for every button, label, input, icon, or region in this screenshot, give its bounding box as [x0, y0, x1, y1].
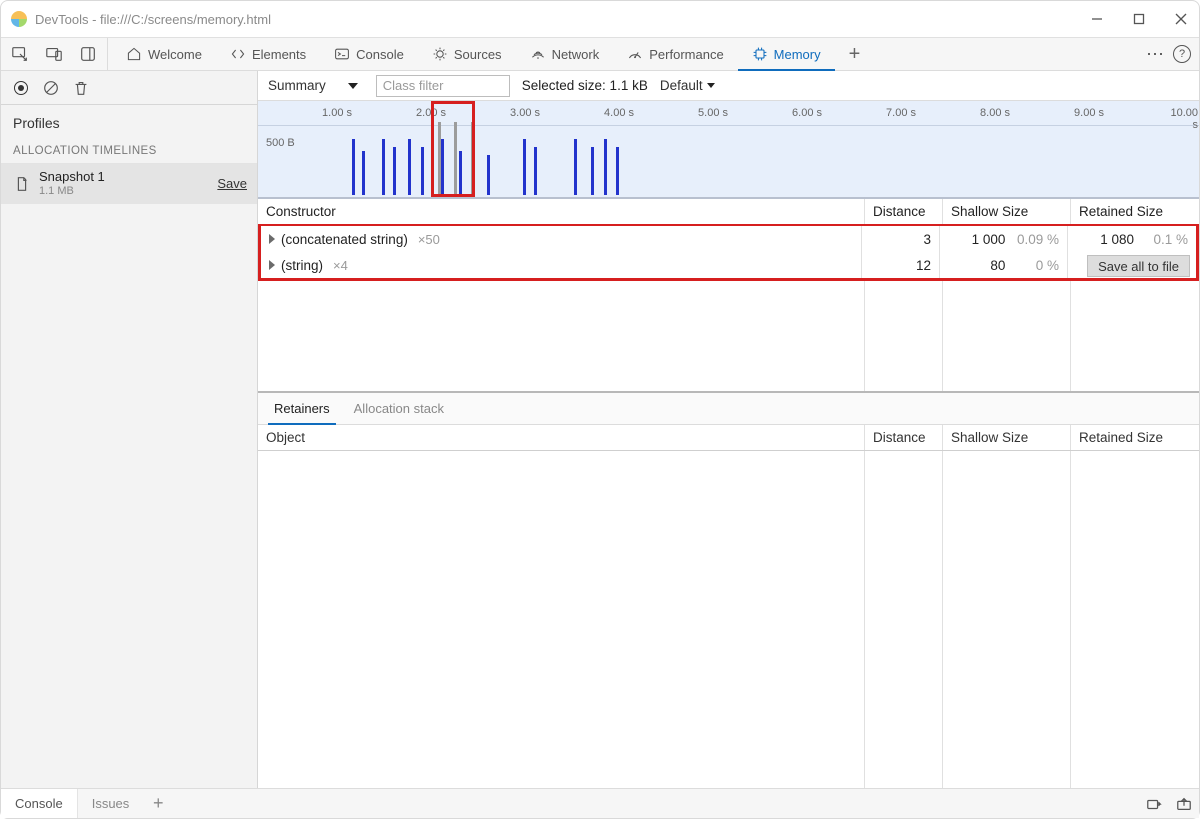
time-tick: 4.00 s — [604, 107, 634, 119]
drawer-icon-1[interactable] — [1139, 789, 1169, 818]
col-object[interactable]: Object — [258, 425, 865, 450]
save-all-button[interactable]: Save all to file — [1087, 255, 1190, 277]
snapshot-item[interactable]: Snapshot 1 1.1 MB Save — [1, 164, 257, 204]
tab-sources[interactable]: Sources — [418, 38, 516, 70]
drawer-tab-issues[interactable]: Issues — [78, 789, 144, 818]
table-row[interactable]: (string)×4 Save all to file 12 800 % 800… — [261, 252, 1196, 278]
constructors-rows: (concatenated string)×50 3 1 0000.09 % 1… — [258, 224, 1199, 281]
plus-icon: + — [849, 43, 861, 66]
default-dropdown[interactable]: Default — [660, 78, 721, 93]
memory-toolbar: Summary Selected size: 1.1 kB Default — [258, 71, 1199, 101]
chevron-down-icon — [707, 83, 715, 88]
class-filter-input[interactable] — [376, 75, 510, 97]
time-tick: 9.00 s — [1074, 107, 1104, 119]
app-icon — [11, 11, 27, 27]
record-icon — [14, 81, 28, 95]
col-retained[interactable]: Retained Size — [1071, 425, 1199, 450]
view-dropdown[interactable]: Summary — [268, 78, 364, 93]
panel-tabstrip: Welcome Elements Console Sources Network… — [1, 37, 1199, 71]
chevron-down-icon — [348, 83, 358, 89]
expand-icon[interactable] — [269, 234, 275, 244]
help-icon[interactable]: ? — [1173, 45, 1191, 63]
window-title: DevTools - file:///C:/screens/memory.htm… — [35, 12, 271, 27]
drawer-icon-2[interactable] — [1169, 789, 1199, 818]
add-tab-button[interactable]: + — [835, 38, 875, 70]
snapshot-name: Snapshot 1 — [39, 170, 217, 185]
allocation-timeline[interactable]: 1.00 s 2.00 s 3.00 s 4.00 s 5.00 s 6.00 … — [258, 101, 1199, 199]
snapshot-icon — [11, 173, 33, 195]
dock-side-icon[interactable] — [71, 37, 105, 71]
time-tick: 8.00 s — [980, 107, 1010, 119]
tab-performance[interactable]: Performance — [613, 38, 737, 70]
title-bar: DevTools - file:///C:/screens/memory.htm… — [1, 1, 1199, 37]
tab-memory[interactable]: Memory — [738, 38, 835, 70]
snapshot-size: 1.1 MB — [39, 185, 217, 198]
time-tick: 7.00 s — [886, 107, 916, 119]
clear-button[interactable] — [37, 71, 65, 105]
col-distance[interactable]: Distance — [865, 199, 943, 224]
col-distance[interactable]: Distance — [865, 425, 943, 450]
tab-console[interactable]: Console — [320, 38, 418, 70]
selected-size-label: Selected size: 1.1 kB — [522, 78, 648, 93]
tab-welcome[interactable]: Welcome — [112, 38, 216, 70]
col-shallow[interactable]: Shallow Size — [943, 425, 1071, 450]
record-button[interactable] — [7, 71, 35, 105]
constructors-blank-area — [258, 281, 1199, 391]
maximize-button[interactable] — [1131, 11, 1147, 27]
time-tick: 1.00 s — [322, 107, 352, 119]
time-tick: 2.00 s — [416, 107, 446, 119]
minimize-button[interactable] — [1089, 11, 1105, 27]
sidebar-heading-profiles: Profiles — [13, 115, 245, 131]
memory-panel: Summary Selected size: 1.1 kB Default 1.… — [258, 71, 1199, 788]
time-tick: 6.00 s — [792, 107, 822, 119]
more-options-icon[interactable]: ⋯ — [1146, 45, 1165, 63]
retainers-body — [258, 451, 1199, 788]
delete-button[interactable] — [67, 71, 95, 105]
tab-retainers[interactable]: Retainers — [262, 393, 342, 424]
time-tick: 5.00 s — [698, 107, 728, 119]
col-constructor[interactable]: Constructor — [258, 199, 865, 224]
table-row[interactable]: (concatenated string)×50 3 1 0000.09 % 1… — [261, 226, 1196, 252]
sidebar-subheading: ALLOCATION TIMELINES — [1, 139, 257, 164]
retainers-tabstrip: Retainers Allocation stack — [258, 391, 1199, 425]
col-shallow[interactable]: Shallow Size — [943, 199, 1071, 224]
app-window: DevTools - file:///C:/screens/memory.htm… — [0, 0, 1200, 819]
constructors-header: Constructor Distance Shallow Size Retain… — [258, 199, 1199, 225]
snapshot-save-link[interactable]: Save — [217, 176, 247, 191]
device-toolbar-icon[interactable] — [37, 37, 71, 71]
window-controls — [1089, 11, 1189, 27]
retainers-header: Object Distance Shallow Size Retained Si… — [258, 425, 1199, 451]
time-tick: 3.00 s — [510, 107, 540, 119]
tab-allocation-stack[interactable]: Allocation stack — [342, 393, 456, 424]
inspect-element-icon[interactable] — [3, 37, 37, 71]
profiles-sidebar: Profiles ALLOCATION TIMELINES Snapshot 1… — [1, 71, 258, 788]
close-button[interactable] — [1173, 11, 1189, 27]
status-bar: Console Issues + — [1, 788, 1199, 818]
expand-icon[interactable] — [269, 260, 275, 270]
tab-network[interactable]: Network — [516, 38, 614, 70]
tab-elements[interactable]: Elements — [216, 38, 320, 70]
drawer-tab-console[interactable]: Console — [1, 789, 78, 818]
col-retained[interactable]: Retained Size — [1071, 199, 1199, 224]
drawer-add-tab[interactable]: + — [143, 789, 173, 818]
